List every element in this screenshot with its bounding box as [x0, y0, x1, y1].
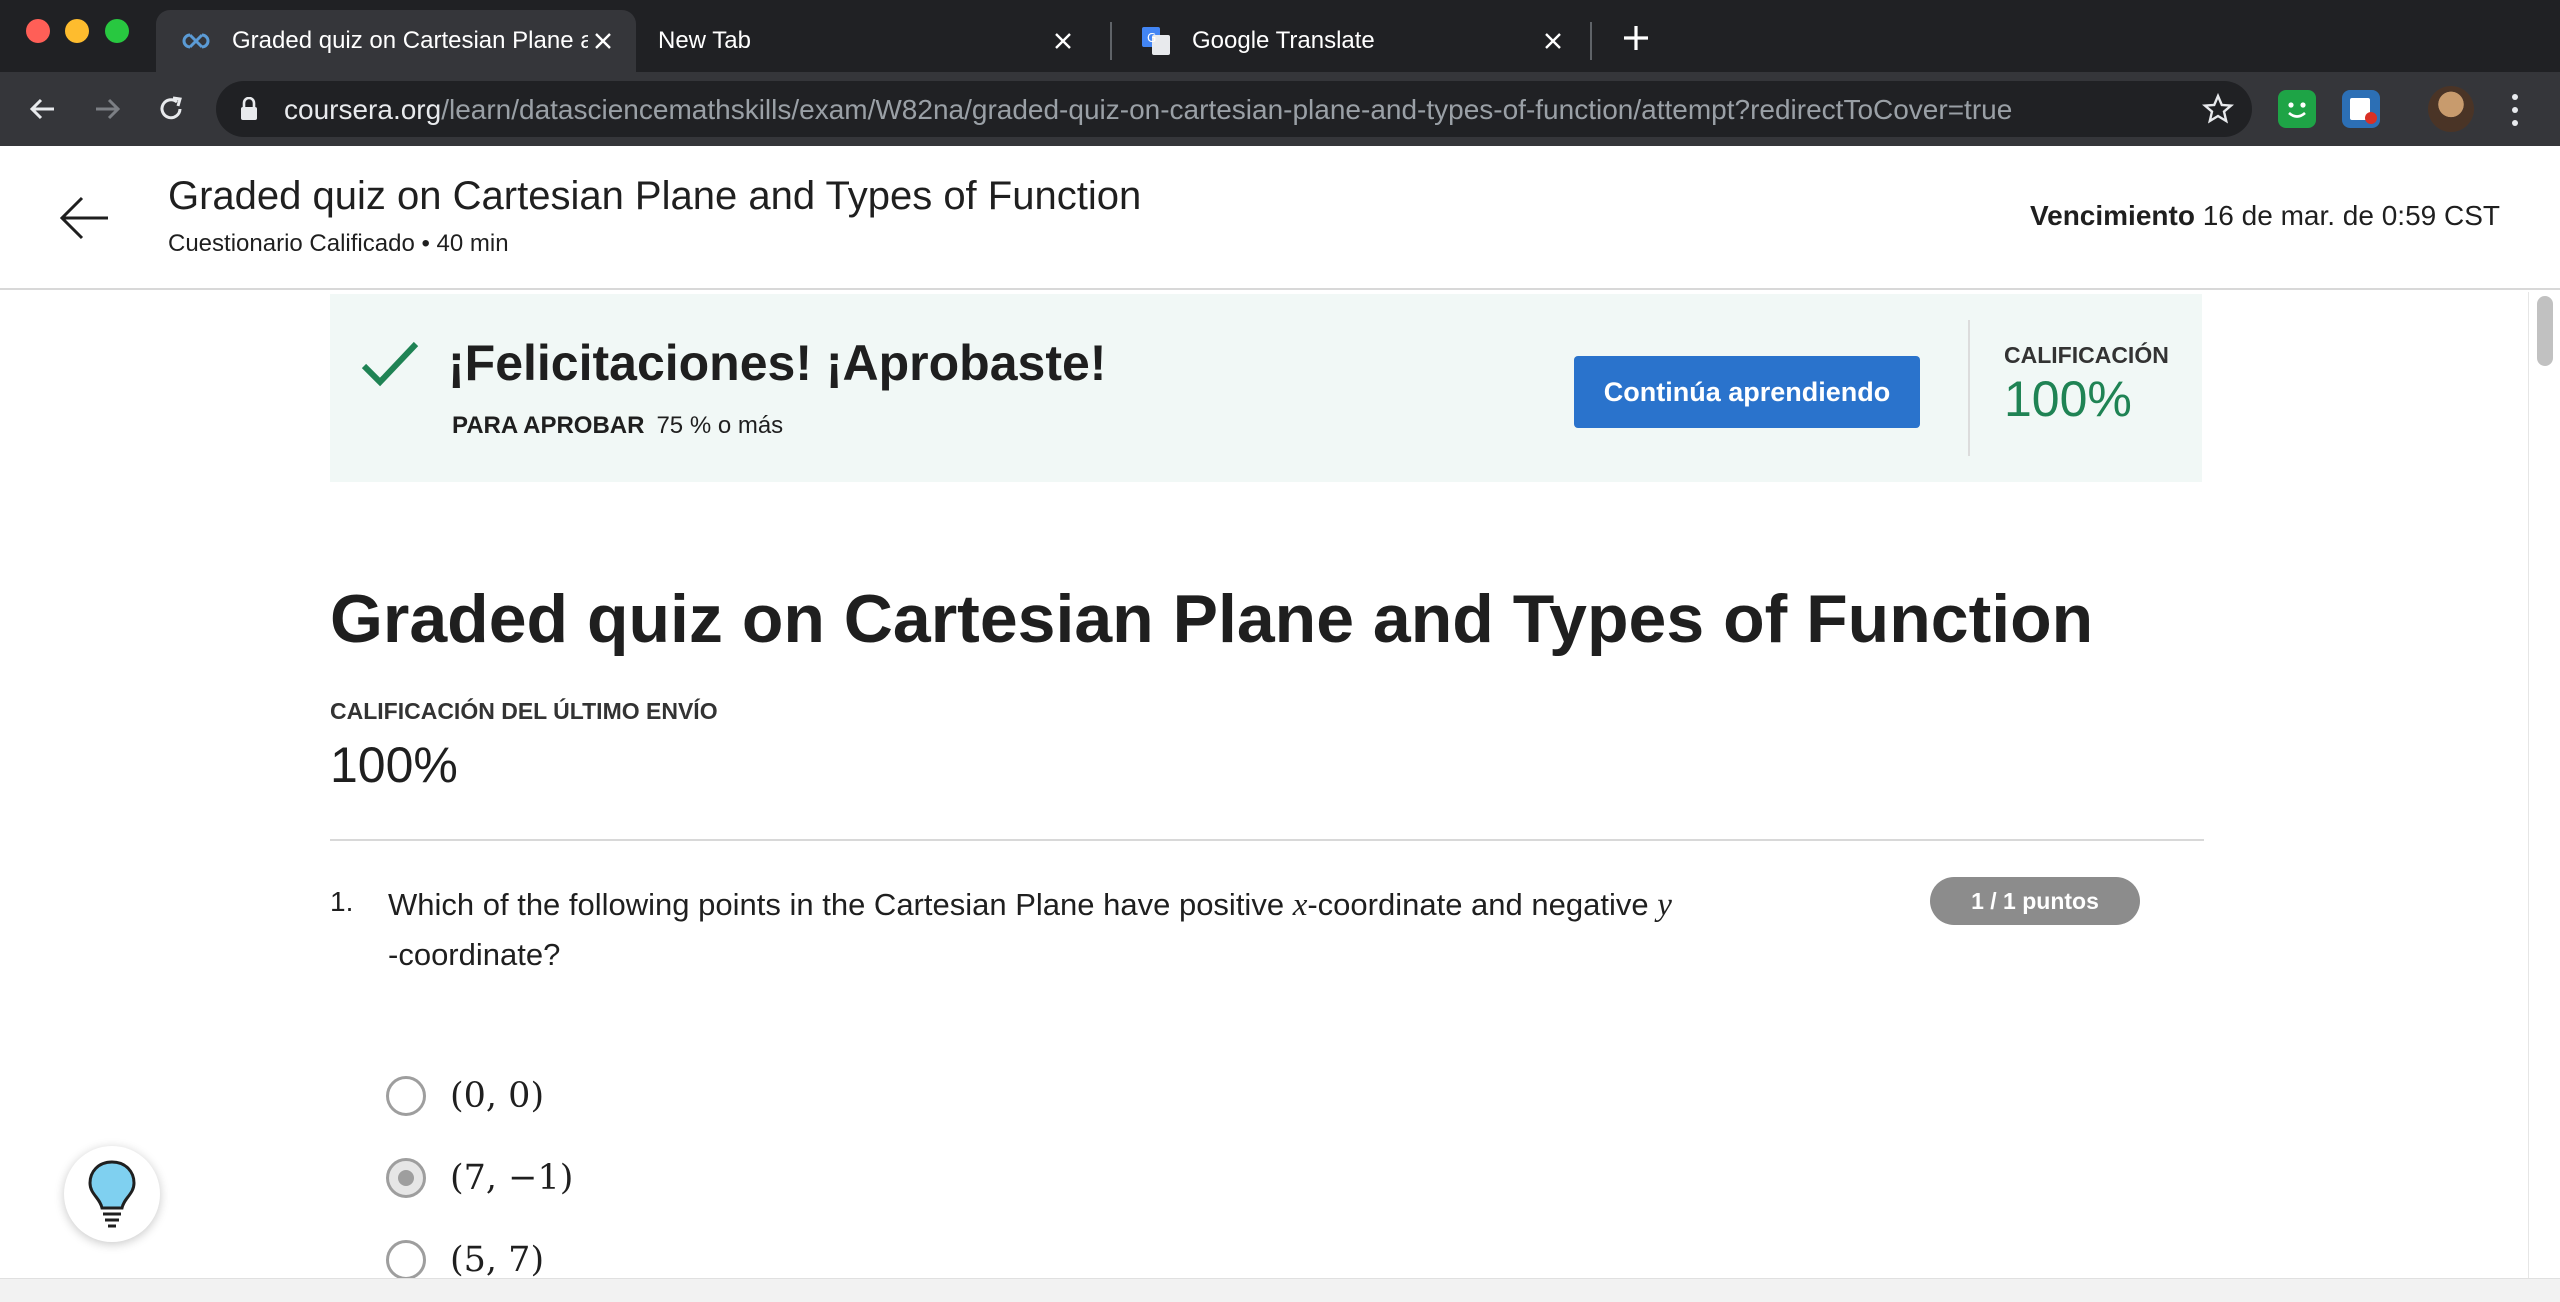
window-close-button[interactable]: [26, 19, 50, 43]
tab-graded-quiz[interactable]: Graded quiz on Cartesian Plane and Types…: [156, 10, 636, 72]
option-label: (5, 7): [450, 1240, 545, 1280]
answer-option[interactable]: (7, −1): [386, 1158, 573, 1198]
question-number: 1.: [330, 886, 354, 917]
question-text-part: -coordinate?: [388, 937, 561, 972]
tab-title: Graded quiz on Cartesian Plane and Types…: [232, 27, 588, 54]
browser-tab-bar: Graded quiz on Cartesian Plane and Types…: [0, 0, 2560, 72]
tab-new-tab[interactable]: New Tab: [636, 10, 1096, 72]
plus-icon: [1624, 26, 1648, 50]
checkmark-icon: [361, 341, 419, 387]
question-text: Which of the following points in the Car…: [388, 880, 1828, 980]
continue-learning-button[interactable]: Continúa aprendiendo: [1574, 356, 1920, 428]
reload-button[interactable]: [150, 88, 192, 130]
tab-title: Google Translate: [1192, 27, 1375, 54]
last-submission-grade: 100%: [330, 737, 458, 793]
arrow-left-icon: [29, 98, 54, 120]
profile-avatar[interactable]: [2428, 86, 2474, 132]
grade-value: 100%: [2004, 371, 2132, 427]
answer-option[interactable]: (0, 0): [386, 1076, 544, 1116]
math-variable-y: y: [1657, 887, 1672, 923]
google-translate-icon: G: [1140, 25, 1172, 57]
pass-value: 75 % o más: [656, 412, 784, 439]
pass-label: PARA APROBAR: [452, 412, 645, 439]
arrow-right-icon: [96, 98, 121, 120]
window-minimize-button[interactable]: [65, 19, 89, 43]
page-scrollbar[interactable]: [2528, 292, 2560, 1278]
due-label: Vencimiento: [2030, 200, 2195, 231]
section-divider: [330, 839, 2204, 841]
radio-button[interactable]: [386, 1240, 426, 1280]
address-bar[interactable]: coursera.org/learn/datasciencemathskills…: [216, 81, 2252, 137]
radio-button-selected[interactable]: [386, 1158, 426, 1198]
extension-notification-icon[interactable]: [2342, 90, 2380, 128]
points-badge: 1 / 1 puntos: [1930, 877, 2140, 925]
reload-icon: [160, 96, 182, 120]
page-subtitle: Cuestionario Calificado • 40 min: [168, 230, 509, 257]
due-date: Vencimiento 16 de mar. de 0:59 CST: [2030, 200, 2500, 232]
bookmark-star-icon[interactable]: [2201, 92, 2235, 130]
math-variable-x: x: [1292, 887, 1308, 923]
close-icon[interactable]: [588, 26, 618, 56]
answer-option[interactable]: (5, 7): [386, 1240, 544, 1280]
question-text-part: Which of the following points in the Car…: [388, 887, 1293, 922]
back-arrow-icon[interactable]: [56, 190, 112, 246]
window-maximize-button[interactable]: [105, 19, 129, 43]
help-lightbulb-button[interactable]: [64, 1146, 160, 1242]
due-value: 16 de mar. de 0:59 CST: [2202, 200, 2500, 231]
url-text[interactable]: coursera.org/learn/datasciencemathskills…: [284, 94, 2012, 126]
close-icon[interactable]: [1048, 26, 1078, 56]
banner-divider: [1968, 320, 1970, 456]
forward-button[interactable]: [86, 88, 128, 130]
lock-icon[interactable]: [240, 96, 258, 126]
tab-separator: [1590, 22, 1592, 60]
radio-button[interactable]: [386, 1076, 426, 1116]
option-label: (7, −1): [450, 1158, 574, 1198]
last-submission-label: CALIFICACIÓN DEL ÚLTIMO ENVÍO: [330, 698, 718, 724]
coursera-icon: [180, 25, 212, 57]
question-text-part: -coordinate and negative: [1307, 887, 1658, 922]
new-tab-button[interactable]: [1616, 18, 1656, 58]
grade-label: CALIFICACIÓN: [2004, 342, 2169, 368]
window-bottom-edge: [0, 1278, 2560, 1302]
tab-title: New Tab: [658, 27, 751, 54]
back-button[interactable]: [22, 88, 64, 130]
url-path: /learn/datasciencemathskills/exam/W82na/…: [441, 94, 2013, 125]
tab-google-translate[interactable]: G Google Translate: [1116, 10, 1586, 72]
page-title: Graded quiz on Cartesian Plane and Types…: [168, 174, 1142, 218]
lightbulb-icon: [88, 1160, 136, 1228]
extension-smile-icon[interactable]: [2278, 90, 2316, 128]
quiz-title: Graded quiz on Cartesian Plane and Types…: [330, 581, 2094, 657]
congrats-message: ¡Felicitaciones! ¡Aprobaste!: [448, 335, 1107, 391]
browser-toolbar: coursera.org/learn/datasciencemathskills…: [0, 72, 2560, 146]
pass-banner: ¡Felicitaciones! ¡Aprobaste! PARA APROBA…: [330, 294, 2202, 482]
scrollbar-thumb[interactable]: [2537, 296, 2553, 366]
close-icon[interactable]: [1538, 26, 1568, 56]
browser-menu-icon[interactable]: [2500, 90, 2530, 130]
tab-separator: [1110, 22, 1112, 60]
url-host: coursera.org: [284, 94, 442, 125]
svg-text:G: G: [1147, 31, 1156, 45]
pass-requirement: PARA APROBAR 75 % o más: [452, 412, 783, 440]
page-header: Graded quiz on Cartesian Plane and Types…: [0, 146, 2560, 290]
option-label: (0, 0): [450, 1076, 545, 1116]
